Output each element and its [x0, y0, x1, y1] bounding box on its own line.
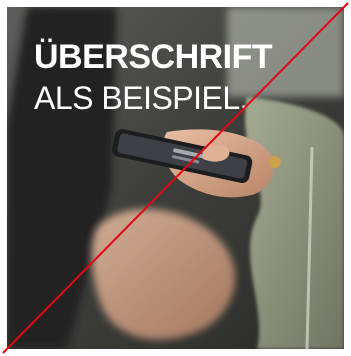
diagonal-strike-line: [2, 2, 349, 354]
image-frame: ÜBERSCHRIFT ALS BEISPIEL.: [0, 0, 351, 356]
